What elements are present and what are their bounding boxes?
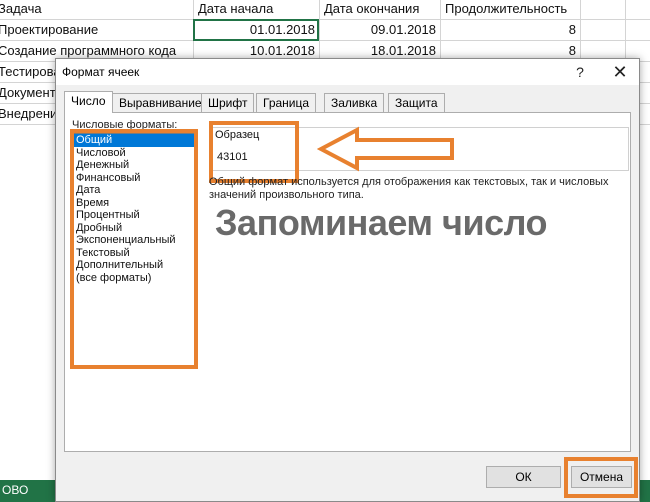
tab-protection[interactable]: Защита: [388, 93, 445, 112]
selected-cell-outline: [193, 19, 319, 41]
table-cell[interactable]: Тестирова: [0, 61, 56, 82]
status-text: ОВО: [2, 483, 29, 497]
close-icon[interactable]: ✕: [606, 61, 634, 83]
format-item-date[interactable]: Дата: [73, 184, 195, 197]
dialog-titlebar[interactable]: Формат ячеек ? ✕: [56, 59, 639, 85]
table-cell[interactable]: Документ: [0, 82, 56, 103]
format-item-time[interactable]: Время: [73, 197, 195, 210]
tab-border[interactable]: Граница: [256, 93, 317, 112]
format-item-general[interactable]: Общий: [73, 134, 195, 147]
sample-label: Образец: [214, 129, 261, 141]
number-tab-panel: Числовые форматы: Общий Числовой Денежны…: [64, 112, 631, 452]
column-header-task[interactable]: Задача: [0, 0, 192, 19]
number-formats-list[interactable]: Общий Числовой Денежный Финансовый Дата …: [72, 133, 196, 369]
dialog-title: Формат ячеек: [62, 65, 140, 79]
format-item-custom[interactable]: (все форматы): [73, 272, 195, 285]
ok-button[interactable]: ОК: [486, 466, 561, 488]
sample-value: 43101: [217, 151, 248, 163]
column-header-end-date[interactable]: Дата окончания: [322, 0, 440, 19]
format-item-fraction[interactable]: Дробный: [73, 222, 195, 235]
format-cells-dialog: Формат ячеек ? ✕ Число Выравнивание Шриф…: [55, 58, 640, 502]
tab-font[interactable]: Шрифт: [201, 93, 255, 112]
format-description: Общий формат используется для отображени…: [209, 176, 609, 201]
format-item-number[interactable]: Числовой: [73, 147, 195, 160]
format-item-currency[interactable]: Денежный: [73, 159, 195, 172]
format-item-scientific[interactable]: Экспоненциальный: [73, 234, 195, 247]
number-formats-label: Числовые форматы:: [72, 119, 178, 131]
tab-alignment[interactable]: Выравнивание: [112, 93, 209, 112]
table-cell[interactable]: 8: [440, 19, 580, 40]
table-cell[interactable]: Внедрени: [0, 103, 56, 124]
column-header-duration[interactable]: Продолжительность: [443, 0, 580, 19]
annotation-text: Запоминаем число: [215, 202, 547, 243]
format-item-percentage[interactable]: Процентный: [73, 209, 195, 222]
cancel-button[interactable]: Отмена: [571, 466, 632, 488]
table-cell[interactable]: 09.01.2018: [319, 19, 440, 40]
column-header-start-date[interactable]: Дата начала: [196, 0, 318, 19]
tab-strip: Число Выравнивание Шрифт Граница Заливка…: [64, 91, 624, 113]
table-cell[interactable]: Проектирование: [0, 19, 192, 40]
tab-number[interactable]: Число: [64, 91, 113, 113]
format-item-text[interactable]: Текстовый: [73, 247, 195, 260]
format-item-accounting[interactable]: Финансовый: [73, 172, 195, 185]
format-item-special[interactable]: Дополнительный: [73, 259, 195, 272]
left-arrow-icon: [317, 126, 454, 172]
tab-fill[interactable]: Заливка: [324, 93, 385, 112]
help-button[interactable]: ?: [568, 61, 592, 83]
